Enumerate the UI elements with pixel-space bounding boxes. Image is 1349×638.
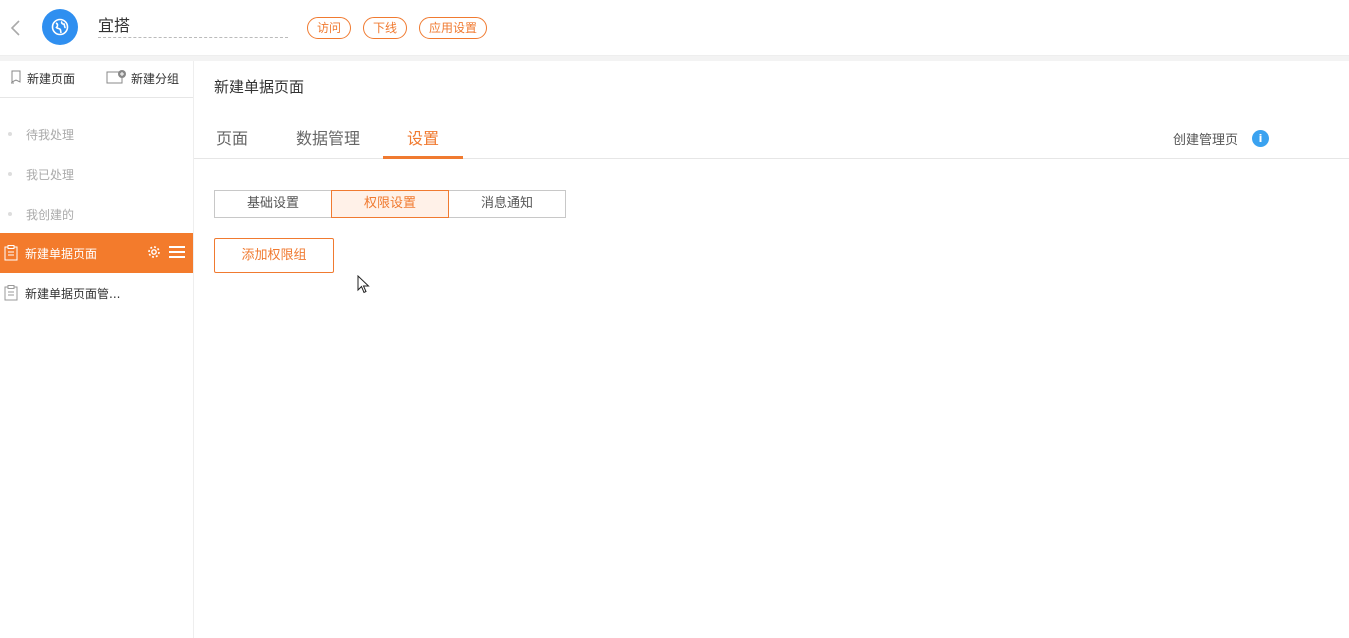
bullet-dot [8, 132, 12, 136]
page-title: 新建单据页面 [214, 78, 305, 96]
sidebar-actions: 新建页面 新建分组 [0, 61, 193, 98]
app-settings-button[interactable]: 应用设置 [419, 17, 488, 39]
sidebar-item-label: 新建单据页面管... [25, 286, 121, 301]
add-permission-group-button[interactable]: 添加权限组 [214, 238, 334, 273]
info-icon[interactable]: i [1252, 130, 1269, 147]
sidebar-item-todo[interactable]: 待我处理 [0, 114, 193, 154]
sidebar-item-done[interactable]: 我已处理 [0, 154, 193, 194]
active-tab-indicator [383, 156, 463, 159]
app-logo-icon [42, 9, 78, 45]
sidebar: 新建页面 新建分组 待我处理 我已处理 我创建的 新建单据页面 新建单据页面管.… [0, 61, 194, 638]
offline-button[interactable]: 下线 [363, 17, 408, 39]
sidebar-item-document-manage[interactable]: 新建单据页面管... [0, 273, 193, 313]
sidebar-item-label: 待我处理 [26, 127, 75, 142]
tab-settings[interactable]: 设置 [407, 125, 439, 159]
doc-icon [4, 245, 18, 261]
new-group-icon [106, 70, 128, 87]
bullet-dot [8, 212, 12, 216]
menu-icon[interactable] [169, 246, 185, 261]
new-group-button[interactable]: 新建分组 [106, 70, 179, 87]
doc-icon [4, 285, 18, 301]
gear-icon[interactable] [147, 245, 161, 262]
sidebar-item-label: 我已处理 [26, 167, 75, 182]
sidebar-item-label: 我创建的 [26, 207, 75, 222]
segment-notifications[interactable]: 消息通知 [448, 190, 566, 218]
settings-segment-control: 基础设置 权限设置 消息通知 [214, 190, 566, 218]
top-header: 宜搭 访问 下线 应用设置 [0, 0, 1349, 56]
new-page-label: 新建页面 [27, 72, 76, 86]
tab-page[interactable]: 页面 [216, 125, 248, 159]
segment-permission-settings[interactable]: 权限设置 [331, 190, 449, 218]
segment-basic-settings[interactable]: 基础设置 [214, 190, 332, 218]
bullet-dot [8, 172, 12, 176]
sidebar-item-label: 新建单据页面 [25, 246, 98, 261]
new-page-button[interactable]: 新建页面 [10, 70, 75, 87]
sidebar-item-document-page[interactable]: 新建单据页面 [0, 233, 193, 273]
main-panel: 新建单据页面 页面 数据管理 设置 创建管理页 i 基础设置 权限设置 消息通知… [194, 61, 1349, 638]
new-group-label: 新建分组 [131, 72, 180, 86]
create-manage-page-link[interactable]: 创建管理页 [1173, 129, 1238, 148]
new-page-icon [10, 70, 24, 87]
visit-button[interactable]: 访问 [307, 17, 352, 39]
cursor-icon [357, 274, 371, 295]
sidebar-item-created[interactable]: 我创建的 [0, 194, 193, 234]
tab-data-management[interactable]: 数据管理 [296, 125, 360, 159]
back-icon[interactable] [8, 16, 22, 40]
app-name-field[interactable]: 宜搭 [98, 14, 288, 38]
